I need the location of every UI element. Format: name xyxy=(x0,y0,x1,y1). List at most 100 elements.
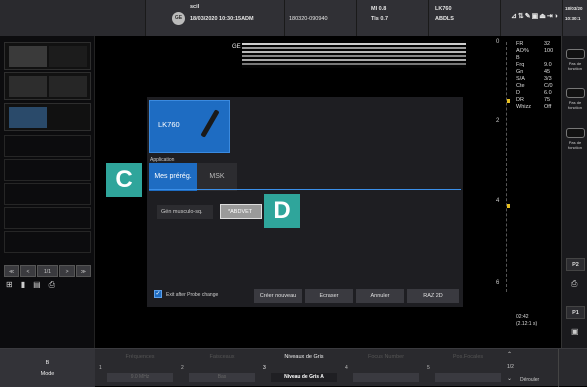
param-name: D xyxy=(516,90,520,96)
depth-tick-4: 4 xyxy=(496,198,500,204)
grey-levels-control[interactable]: 3 Niveaux de Gris Niveau de Gris A xyxy=(259,349,341,387)
mode-control[interactable]: B Mode xyxy=(0,349,95,387)
focal-position-control[interactable]: 5 Pos.Focales xyxy=(423,349,505,387)
probe-card[interactable]: LK760 xyxy=(149,100,230,153)
thumbnail-slot xyxy=(4,183,91,205)
first-page-button[interactable]: ≪ xyxy=(4,265,20,277)
preset-abdvet-button[interactable]: *ABDVET xyxy=(220,204,262,219)
softkey-label-1: Pas de fonction xyxy=(567,61,582,71)
thumbnail-2[interactable] xyxy=(4,72,91,100)
probe-card-name: LK760 xyxy=(158,120,180,129)
page-indicator: 1/1 xyxy=(36,265,59,277)
tis-value: Tis 0.7 xyxy=(371,16,389,22)
softkey-label-2: Pas de fonction xyxy=(567,100,582,110)
param-name: AO% xyxy=(516,48,529,54)
thumbnail-image xyxy=(9,76,47,97)
control-value xyxy=(353,373,419,382)
control-value: Bas xyxy=(189,373,255,382)
page-down-icon[interactable]: ⌄ xyxy=(507,375,512,382)
overwrite-button[interactable]: Ecraser xyxy=(305,289,353,303)
thumbnail-3[interactable] xyxy=(4,103,91,131)
thumbnail-slot xyxy=(4,159,91,181)
focus-number-control[interactable]: 4 Focus Number xyxy=(341,349,423,387)
print-icon[interactable]: ⎙ xyxy=(49,280,55,290)
printer-icon[interactable]: ⎙ xyxy=(571,279,577,289)
thumbnail-1[interactable] xyxy=(4,42,91,70)
param-value: 45 xyxy=(544,69,551,75)
param-name: Gn xyxy=(516,69,524,75)
exit-after-probe-checkbox[interactable]: ✓ xyxy=(154,290,162,298)
page-up-icon[interactable]: ⌃ xyxy=(507,351,512,358)
softkey-button-1[interactable] xyxy=(566,49,585,59)
tab-mes-preregles[interactable]: Mes prérég. xyxy=(149,163,197,191)
callout-d: D xyxy=(264,194,300,228)
param-name: B xyxy=(516,55,520,61)
reset-2d-button[interactable]: RAZ 2D xyxy=(407,289,459,303)
p1-key[interactable]: P1 xyxy=(566,306,585,319)
beams-control[interactable]: 2 Faisceaux Bas xyxy=(177,349,259,387)
scan-line xyxy=(242,59,466,61)
grid-icon[interactable]: ⊞ xyxy=(6,280,13,290)
bottom-control-bar: B Mode 1 Fréquences 9.0 MHz 2 Faisceaux … xyxy=(0,348,587,387)
param-name: Cte xyxy=(516,83,525,89)
frequency-control[interactable]: 1 Fréquences 9.0 MHz xyxy=(95,349,177,387)
softkey-button-3[interactable] xyxy=(566,128,585,138)
control-number: 4 xyxy=(345,365,348,371)
create-new-button[interactable]: Créer nouveau xyxy=(254,289,302,303)
save-icon[interactable]: ▣ xyxy=(571,327,579,336)
control-number: 3 xyxy=(263,365,266,371)
prev-page-button[interactable]: < xyxy=(20,265,36,277)
header-index-cell: MI 0.8 Tis 0.7 xyxy=(356,0,428,36)
control-number: 5 xyxy=(427,365,430,371)
archive-icon[interactable]: ▤ xyxy=(33,280,41,290)
next-page-button[interactable]: > xyxy=(59,265,75,277)
scroll-label[interactable]: Dérouler xyxy=(520,377,539,383)
tab-msk[interactable]: MSK xyxy=(197,163,237,191)
header-site-cell: GE scil 18/03/2020 10:30:15ADM xyxy=(145,0,284,36)
focus-marker xyxy=(507,204,510,208)
thumbnail-pager: ≪ < 1/1 > ≫ xyxy=(4,265,91,277)
clock-time: 10:30:1 xyxy=(565,16,581,21)
status-icons: ⊿⇅✎▣⏏⇥◑ xyxy=(511,13,559,20)
focus-marker xyxy=(507,99,510,103)
preset-name: ABDLS xyxy=(435,16,454,22)
preset-category-button[interactable]: Gén musculo-sq. xyxy=(157,205,213,219)
mi-value: MI 0.8 xyxy=(371,6,387,12)
softkey-button-2[interactable] xyxy=(566,88,585,98)
header-id-cell: 180320-090940 xyxy=(284,0,356,36)
mode-label: Mode xyxy=(40,371,55,377)
scan-line xyxy=(242,51,466,53)
param-value: Off xyxy=(544,104,552,110)
param-value: C/0 xyxy=(544,83,553,89)
cine-time: 02:42 xyxy=(516,314,529,320)
p2-key[interactable]: P2 xyxy=(566,258,585,271)
control-value: 9.0 MHz xyxy=(107,373,173,382)
ge-logo: GE xyxy=(172,12,185,25)
top-status-bar: GE scil 18/03/2020 10:30:15ADM 180320-09… xyxy=(0,0,587,36)
probe-name: LK760 xyxy=(435,6,452,12)
trash-icon[interactable]: ▮ xyxy=(21,280,25,290)
control-label: Fréquences xyxy=(125,354,155,360)
right-softkey-bar: Pas de fonction Pas de fonction Pas de f… xyxy=(561,36,587,348)
ultrasound-scan-strip xyxy=(242,40,466,68)
thumbnail-image xyxy=(49,76,87,97)
control-value xyxy=(435,373,501,382)
control-label: Pos.Focales xyxy=(452,354,484,360)
param-value: 75 xyxy=(544,97,551,103)
footer-divider xyxy=(558,349,559,387)
thumbnail-tools: ⊞ ▮ ▤ ⎙ xyxy=(6,280,55,290)
depth-ruler xyxy=(506,42,508,292)
header-clock-cell: 18/03/20 10:30:1 xyxy=(562,0,587,36)
param-name: Whizz xyxy=(516,104,531,110)
tab-label: Mes prérég. xyxy=(154,173,192,180)
preset-value: *ABDVET xyxy=(228,209,253,215)
control-number: 2 xyxy=(181,365,184,371)
param-value: 3/3 xyxy=(544,76,552,82)
control-label: Faisceaux xyxy=(209,354,235,360)
scan-line xyxy=(242,55,466,57)
image-thumbnail-panel: ≪ < 1/1 > ≫ ⊞ ▮ ▤ ⎙ xyxy=(0,36,95,348)
cancel-button[interactable]: Annuler xyxy=(356,289,404,303)
last-page-button[interactable]: ≫ xyxy=(75,265,91,277)
control-value: Niveau de Gris A xyxy=(271,373,337,382)
ge-marker: GE xyxy=(232,44,241,50)
